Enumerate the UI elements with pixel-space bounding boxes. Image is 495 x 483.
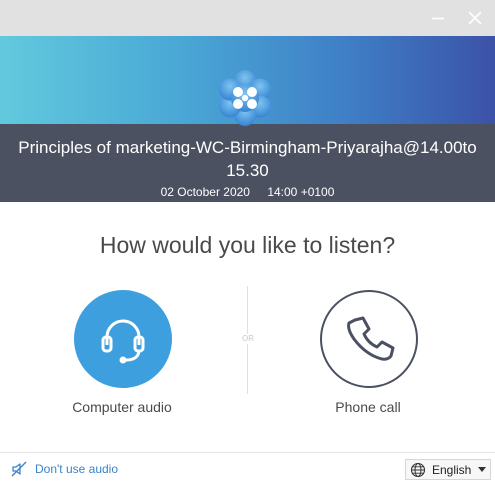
language-select[interactable]: English — [405, 459, 491, 480]
meeting-time: 14:00 +0100 — [267, 185, 335, 199]
computer-audio-label: Computer audio — [72, 399, 172, 415]
meeting-info-panel: Principles of marketing-WC-Birmingham-Pr… — [0, 124, 495, 202]
title-bar — [0, 0, 495, 36]
audio-connection-dialog: Principles of marketing-WC-Birmingham-Pr… — [0, 0, 495, 483]
dont-use-audio-link[interactable]: Don't use audio — [11, 460, 118, 478]
or-label: OR — [235, 334, 261, 344]
close-button[interactable] — [463, 6, 487, 30]
chevron-down-icon — [478, 466, 487, 472]
footer-bar: Don't use audio English — [0, 452, 495, 483]
phone-call-label: Phone call — [335, 399, 401, 415]
meeting-datetime: 02 October 2020 14:00 +0100 — [0, 185, 495, 199]
phone-icon — [347, 316, 395, 361]
webex-logo-icon — [219, 70, 271, 126]
computer-audio-circle — [74, 290, 172, 388]
computer-audio-button[interactable]: Computer audio — [52, 288, 192, 423]
phone-call-circle — [320, 290, 418, 388]
close-icon — [468, 11, 482, 25]
meeting-date: 02 October 2020 — [160, 185, 250, 199]
speaker-muted-icon — [11, 461, 27, 477]
minimize-button[interactable] — [426, 6, 450, 30]
listen-question: How would you like to listen? — [99, 232, 396, 258]
meeting-title: Principles of marketing-WC-Birmingham-Pr… — [18, 138, 477, 180]
phone-call-button[interactable]: Phone call — [298, 288, 438, 423]
dont-use-audio-label: Don't use audio — [35, 462, 119, 476]
globe-icon — [410, 462, 426, 477]
minimize-icon — [432, 17, 444, 20]
language-label: English — [432, 462, 472, 477]
headset-icon — [101, 319, 145, 364]
